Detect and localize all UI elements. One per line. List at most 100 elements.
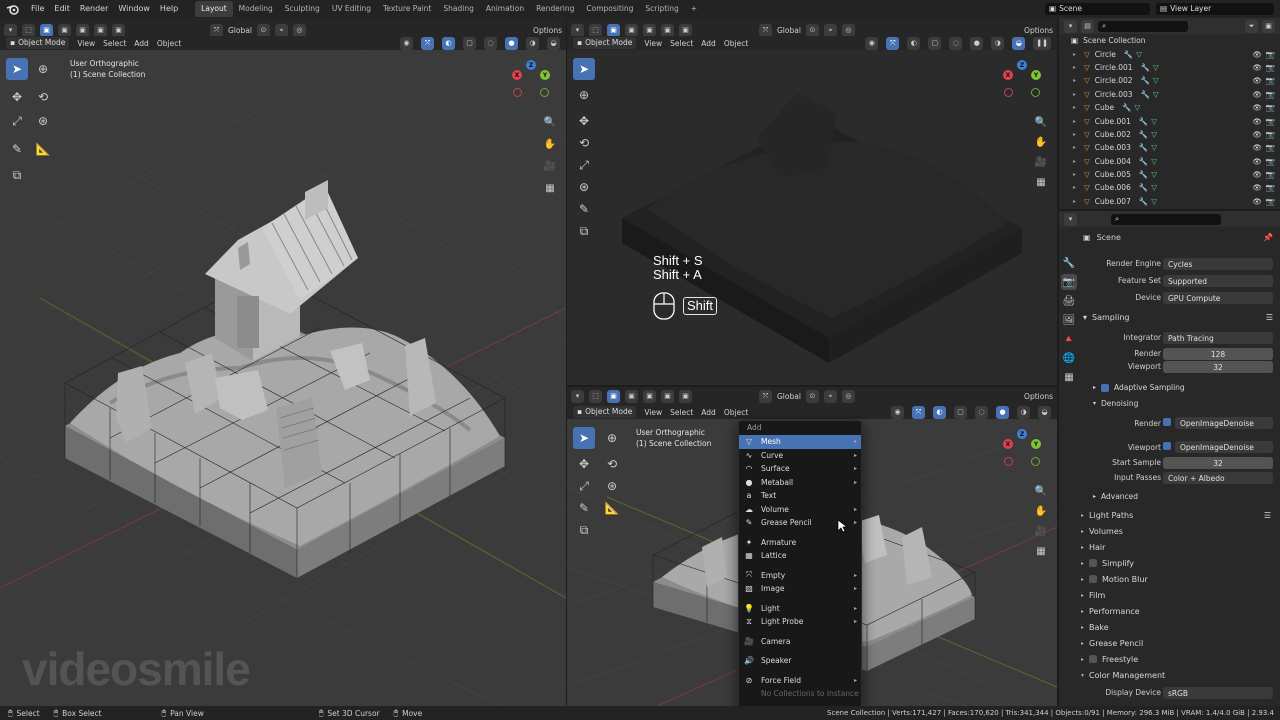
select-box-mode-button[interactable]: ▣: [40, 23, 53, 37]
panel-freestyle[interactable]: ▸ Freestyle: [1081, 651, 1275, 667]
menu-object-3[interactable]: Object: [724, 408, 748, 417]
gizmo-z-axis[interactable]: Z: [526, 60, 536, 70]
annotate-tool-icon-2[interactable]: ✎: [573, 198, 595, 220]
object-mode-dropdown-2[interactable]: ▪ Object Mode: [573, 37, 637, 49]
panel-grease-pencil[interactable]: ▸ Grease Pencil: [1081, 635, 1275, 651]
move-tool-icon-3[interactable]: ✥: [573, 453, 595, 475]
gizmo-neg-x-3[interactable]: [1004, 457, 1013, 466]
render-camera-icon[interactable]: 📷: [1266, 50, 1275, 59]
shading-rendered-button-3[interactable]: ◒: [1038, 405, 1051, 419]
expand-arrow-icon[interactable]: ▸: [1073, 184, 1081, 191]
expand-arrow-icon[interactable]: ▸: [1073, 51, 1081, 58]
transform-tool-icon[interactable]: ⊛: [32, 110, 54, 132]
outliner-search-input[interactable]: ⌕: [1098, 20, 1188, 32]
expand-arrow-icon[interactable]: ▸: [1073, 104, 1081, 111]
select-extend-button[interactable]: ▣: [58, 23, 71, 37]
start-sample-field[interactable]: 32: [1163, 457, 1273, 469]
device-dropdown[interactable]: GPU Compute: [1163, 292, 1273, 304]
navigation-gizmo[interactable]: Z X Y: [508, 60, 554, 106]
select-subtract-button-2[interactable]: ▣: [643, 23, 656, 37]
pivot-point-button-3[interactable]: ⊙: [805, 389, 819, 403]
denoising-header[interactable]: ▾ Denoising: [1093, 399, 1138, 408]
tab-texture-paint[interactable]: Texture Paint: [377, 1, 437, 17]
visibility-button[interactable]: ◉: [400, 36, 413, 50]
world-tab-icon[interactable]: 🌐: [1061, 350, 1077, 366]
outliner-item[interactable]: ▸ ▽ Cube.005 🔧 ▽ 👁 📷: [1059, 168, 1280, 181]
add-menu-item-light[interactable]: 💡 Light ▸: [739, 602, 861, 616]
outliner-item[interactable]: ▸ ▽ Cube 🔧 ▽ 👁 📷: [1059, 101, 1280, 114]
expand-arrow-icon[interactable]: ▸: [1073, 64, 1081, 71]
input-passes-dropdown[interactable]: Color + Albedo: [1163, 472, 1273, 484]
outliner-editor-type-button[interactable]: ▾: [1064, 19, 1077, 33]
menu-add[interactable]: Add: [134, 39, 149, 48]
expand-arrow-icon[interactable]: ▸: [1073, 131, 1081, 138]
menu-add-3[interactable]: Add: [701, 408, 716, 417]
outliner-item[interactable]: ▸ ▽ Circle 🔧 ▽ 👁 📷: [1059, 47, 1280, 60]
panel-color-management[interactable]: ▾ Color Management: [1081, 667, 1275, 683]
expand-arrow-icon[interactable]: ▸: [1073, 77, 1081, 84]
menu-view-3[interactable]: View: [644, 408, 662, 417]
tab-shading[interactable]: Shading: [437, 1, 479, 17]
tab-layout[interactable]: Layout: [195, 1, 233, 17]
outliner-item[interactable]: ▸ ▽ Circle.001 🔧 ▽ 👁 📷: [1059, 61, 1280, 74]
viewport-samples-field[interactable]: 32: [1163, 361, 1273, 373]
transform-orientation-dropdown-3[interactable]: Global: [777, 392, 801, 401]
add-menu-item-force-field[interactable]: ⊘ Force Field ▸: [739, 674, 861, 688]
transform-orientation-dropdown-2[interactable]: Global: [777, 26, 801, 35]
editor-type-button-3[interactable]: ▾: [571, 389, 584, 403]
menu-edit[interactable]: Edit: [49, 0, 75, 18]
add-cube-tool-icon[interactable]: ⧉: [6, 164, 28, 186]
measure-tool-icon-3[interactable]: 📐: [601, 497, 623, 519]
render-camera-icon[interactable]: 📷: [1266, 130, 1275, 139]
xray-button-3[interactable]: ▢: [954, 405, 967, 419]
tool-tab-icon[interactable]: 🔧: [1061, 255, 1077, 271]
render-camera-icon[interactable]: 📷: [1266, 76, 1275, 85]
shading-material-button-3[interactable]: ◑: [1017, 405, 1030, 419]
menu-window[interactable]: Window: [113, 0, 155, 18]
camera-view-icon-3[interactable]: 🎥: [1033, 523, 1049, 539]
render-camera-icon[interactable]: 📷: [1266, 117, 1275, 126]
tab-sculpting[interactable]: Sculpting: [279, 1, 326, 17]
shading-material-button-2[interactable]: ◑: [991, 36, 1005, 50]
add-menu-item-metaball[interactable]: ● Metaball ▸: [739, 476, 861, 490]
sampling-panel-header[interactable]: ▾ Sampling ☰: [1083, 313, 1273, 322]
scale-tool-icon-2[interactable]: ⤢: [573, 154, 595, 176]
expand-arrow-icon[interactable]: ▸: [1073, 91, 1081, 98]
gizmo-x-axis[interactable]: X: [512, 70, 522, 80]
select-invert-button-3[interactable]: ▣: [661, 389, 674, 403]
cursor-tool-icon-2[interactable]: ⊕: [573, 84, 595, 106]
view-layer-tab-icon[interactable]: 🖼: [1061, 312, 1077, 328]
ortho-grid-icon[interactable]: ▦: [542, 180, 558, 196]
options-dropdown-3[interactable]: Options: [1024, 392, 1053, 401]
gizmo-neg-y[interactable]: [540, 88, 549, 97]
expand-arrow-icon[interactable]: ▸: [1073, 198, 1081, 205]
render-camera-icon[interactable]: 📷: [1266, 90, 1275, 99]
gizmo-neg-x[interactable]: [513, 88, 522, 97]
add-cube-tool-icon-2[interactable]: ⧉: [573, 220, 595, 242]
menu-object[interactable]: Object: [157, 39, 181, 48]
snap-button-3[interactable]: ⌖: [823, 389, 837, 403]
outliner-root[interactable]: ▣ Scene Collection: [1059, 34, 1280, 47]
menu-object-2[interactable]: Object: [724, 39, 748, 48]
outliner-item[interactable]: ▸ ▽ Circle.003 🔧 ▽ 👁 📷: [1059, 88, 1280, 101]
select-intersect-button[interactable]: ▣: [112, 23, 125, 37]
render-camera-icon[interactable]: 📷: [1266, 183, 1275, 192]
move-tool-icon-2[interactable]: ✥: [573, 110, 595, 132]
gizmo-neg-x-2[interactable]: [1004, 88, 1013, 97]
scale-tool-icon-3[interactable]: ⤢: [573, 475, 595, 497]
output-tab-icon[interactable]: 🖨: [1061, 293, 1077, 309]
transform-tool-icon-3[interactable]: ⊛: [601, 475, 623, 497]
outliner-item[interactable]: ▸ ▽ Cube.001 🔧 ▽ 👁 📷: [1059, 114, 1280, 127]
add-menu-item-volume[interactable]: ☁ Volume ▸: [739, 503, 861, 517]
render-tab-icon[interactable]: 📷: [1061, 274, 1077, 290]
gizmo-y-axis[interactable]: Y: [540, 70, 550, 80]
zoom-icon[interactable]: 🔍: [542, 114, 558, 130]
outliner-item[interactable]: ▸ ▽ Circle.002 🔧 ▽ 👁 📷: [1059, 74, 1280, 87]
denoise-render-dropdown[interactable]: OpenImageDenoise: [1175, 417, 1273, 429]
properties-search-input[interactable]: ⌕: [1111, 213, 1221, 225]
add-menu-item-image[interactable]: ▨ Image ▸: [739, 582, 861, 596]
render-camera-icon[interactable]: 📷: [1266, 143, 1275, 152]
render-camera-icon[interactable]: 📷: [1266, 170, 1275, 179]
add-menu-item-speaker[interactable]: 🔊 Speaker: [739, 654, 861, 668]
tab-modeling[interactable]: Modeling: [233, 1, 279, 17]
